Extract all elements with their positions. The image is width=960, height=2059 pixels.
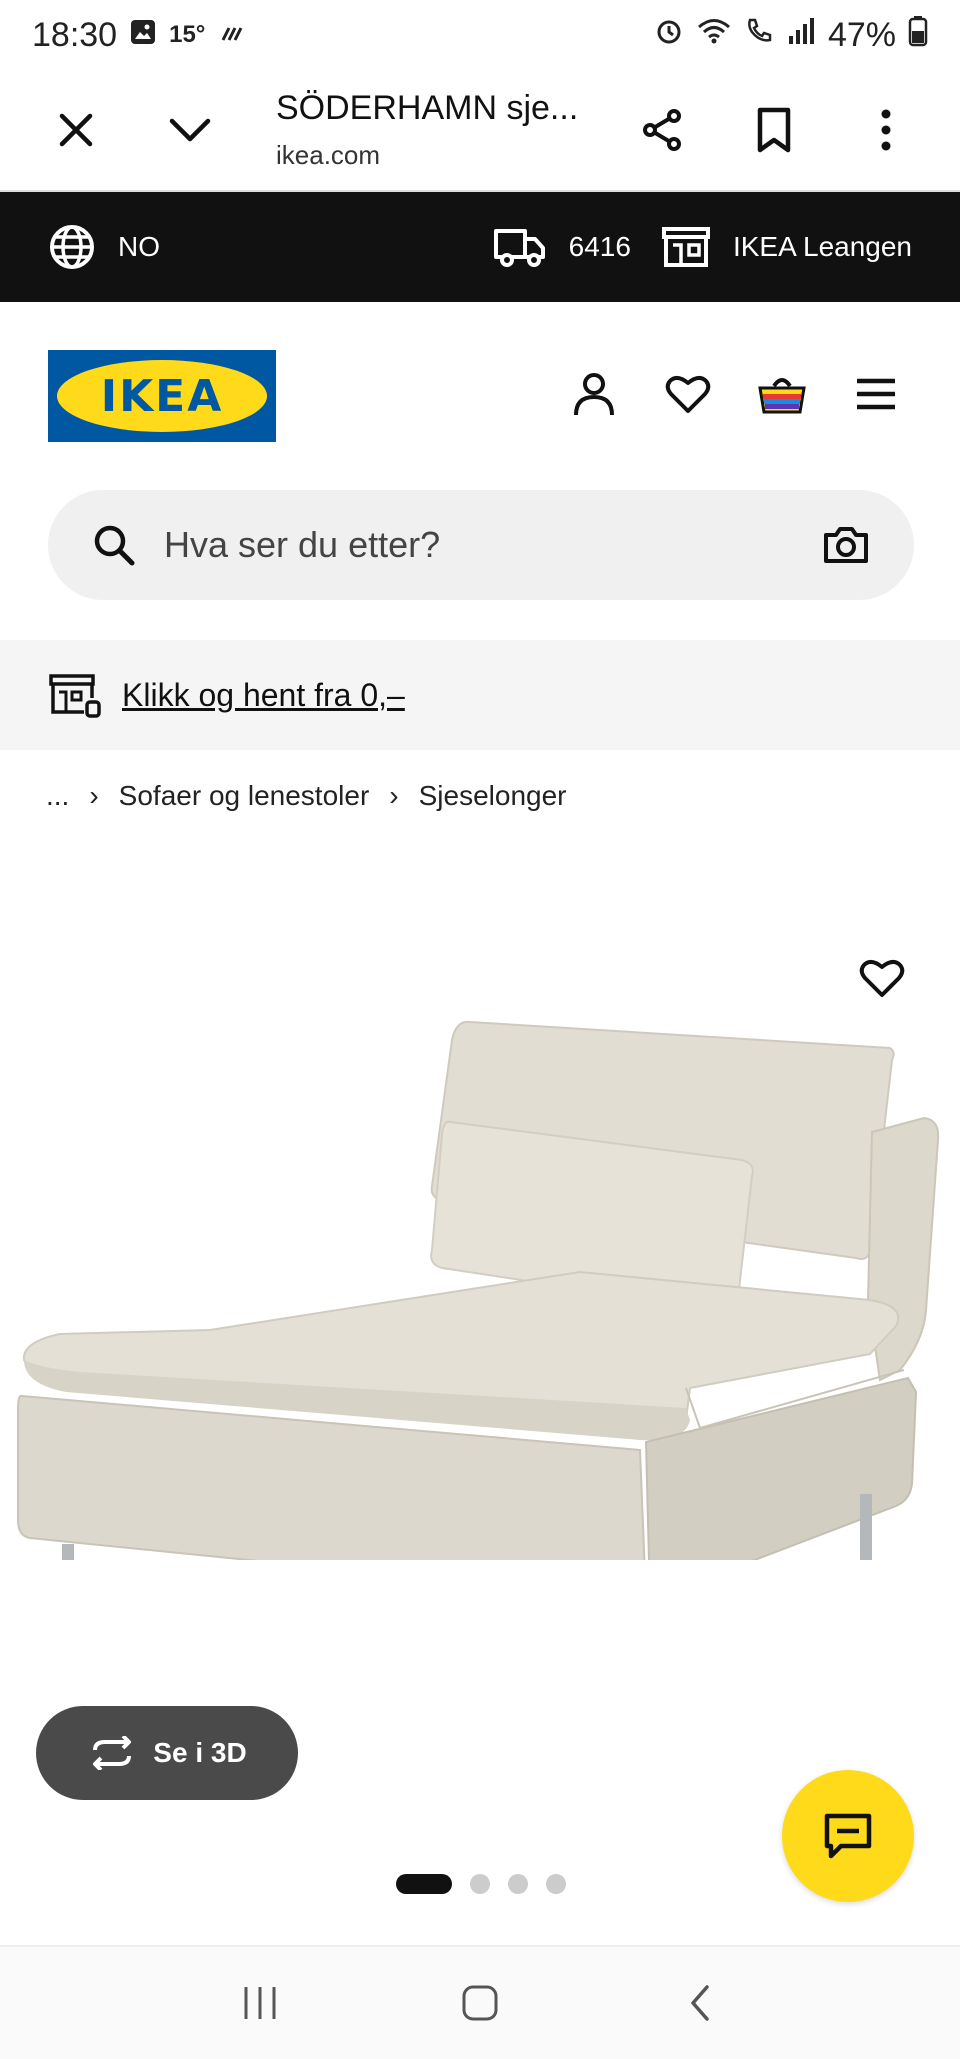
favourites-button[interactable] [660, 366, 716, 422]
ikea-logo[interactable]: IKEA [48, 350, 276, 442]
gallery-icon [129, 16, 157, 55]
battery-icon [908, 15, 928, 56]
add-to-favourites-button[interactable] [854, 950, 910, 1006]
share-button[interactable] [622, 90, 702, 170]
logo-text: IKEA [100, 370, 224, 422]
search-icon [94, 525, 135, 566]
system-navigation-bar [0, 1945, 960, 2059]
product-gallery[interactable]: Se i 3D [0, 860, 960, 1945]
battery-level: 47% [827, 15, 896, 54]
location-bar: NO 6416 IKEA Leangen [0, 192, 960, 302]
breadcrumb-ellipsis[interactable]: ... [46, 780, 69, 812]
close-tab-button[interactable] [36, 90, 116, 170]
view-in-3d-button[interactable]: Se i 3D [36, 1706, 298, 1800]
chevron-down-icon [169, 118, 211, 142]
view-in-3d-label: Se i 3D [153, 1737, 247, 1768]
bookmark-button[interactable] [734, 90, 814, 170]
close-icon [59, 113, 93, 147]
more-vertical-icon [881, 109, 891, 151]
rotate-3d-icon [93, 1736, 132, 1770]
pagination-dot-1[interactable] [396, 1874, 452, 1894]
pagination-dot-2[interactable] [470, 1874, 490, 1894]
browser-url: ikea.com [276, 140, 381, 170]
expand-button[interactable] [150, 90, 230, 170]
heart-icon [859, 960, 905, 997]
basket-button[interactable] [754, 366, 810, 422]
status-time: 18:30 [32, 15, 118, 54]
weather-icon [217, 16, 247, 55]
click-collect-icon [49, 674, 101, 718]
browser-toolbar: SÖDERHAMN sje... ikea.com [0, 70, 960, 192]
hamburger-icon [857, 378, 895, 410]
call-icon [744, 16, 774, 55]
pagination-dot-4[interactable] [546, 1874, 566, 1894]
postcode-text: 6416 [568, 231, 631, 262]
breadcrumb-separator: › [389, 780, 399, 811]
breadcrumb-item-sofas[interactable]: Sofaer og lenestoler [119, 780, 370, 812]
truck-icon [493, 229, 545, 267]
delivery-postcode[interactable]: 6416 [493, 225, 631, 269]
promo-link[interactable]: Klikk og hent fra 0,– [122, 677, 405, 714]
product-image [17, 1020, 940, 1560]
breadcrumb-item-chaise-longues[interactable]: Sjeselonger [419, 780, 567, 812]
chat-icon [824, 1813, 872, 1859]
profile-icon [574, 373, 614, 416]
alarm-icon [654, 16, 684, 55]
breadcrumb: ... › Sofaer og lenestoler › Sjeselonger [46, 780, 566, 812]
back-button[interactable] [660, 1963, 740, 2043]
promo-banner[interactable]: Klikk og hent fra 0,– [0, 640, 960, 750]
camera-icon[interactable] [822, 525, 870, 565]
wifi-icon [696, 16, 732, 55]
country-code: NO [118, 231, 160, 262]
bookmark-icon [757, 107, 791, 153]
more-options-button[interactable] [846, 90, 926, 170]
page-title-area[interactable]: SÖDERHAMN sje... ikea.com [276, 89, 596, 171]
back-icon [691, 1985, 709, 2021]
globe-icon [50, 225, 94, 269]
search-bar [48, 490, 914, 600]
status-bar: 18:30 15° 47% [0, 0, 960, 70]
site-header: IKEA [0, 302, 960, 488]
breadcrumb-separator: › [89, 780, 99, 811]
recent-apps-button[interactable] [220, 1963, 300, 2043]
signal-icon [786, 16, 816, 55]
heart-icon [665, 376, 711, 413]
browser-page-title: SÖDERHAMN sje... [276, 89, 579, 127]
image-pagination [396, 1874, 566, 1894]
chat-button[interactable] [782, 1770, 914, 1902]
profile-button[interactable] [566, 366, 622, 422]
pagination-dot-3[interactable] [508, 1874, 528, 1894]
status-temperature: 15° [169, 21, 206, 48]
store-name: IKEA Leangen [732, 231, 912, 262]
store-icon [661, 227, 710, 267]
home-icon [462, 1985, 498, 2021]
store-selector[interactable]: IKEA Leangen [661, 225, 912, 269]
search-input[interactable] [164, 524, 822, 566]
country-selector[interactable]: NO [48, 223, 160, 271]
home-button[interactable] [440, 1963, 520, 2043]
recent-apps-icon [244, 1987, 276, 2019]
basket-icon [758, 378, 806, 414]
share-icon [643, 109, 681, 151]
menu-button[interactable] [848, 366, 904, 422]
